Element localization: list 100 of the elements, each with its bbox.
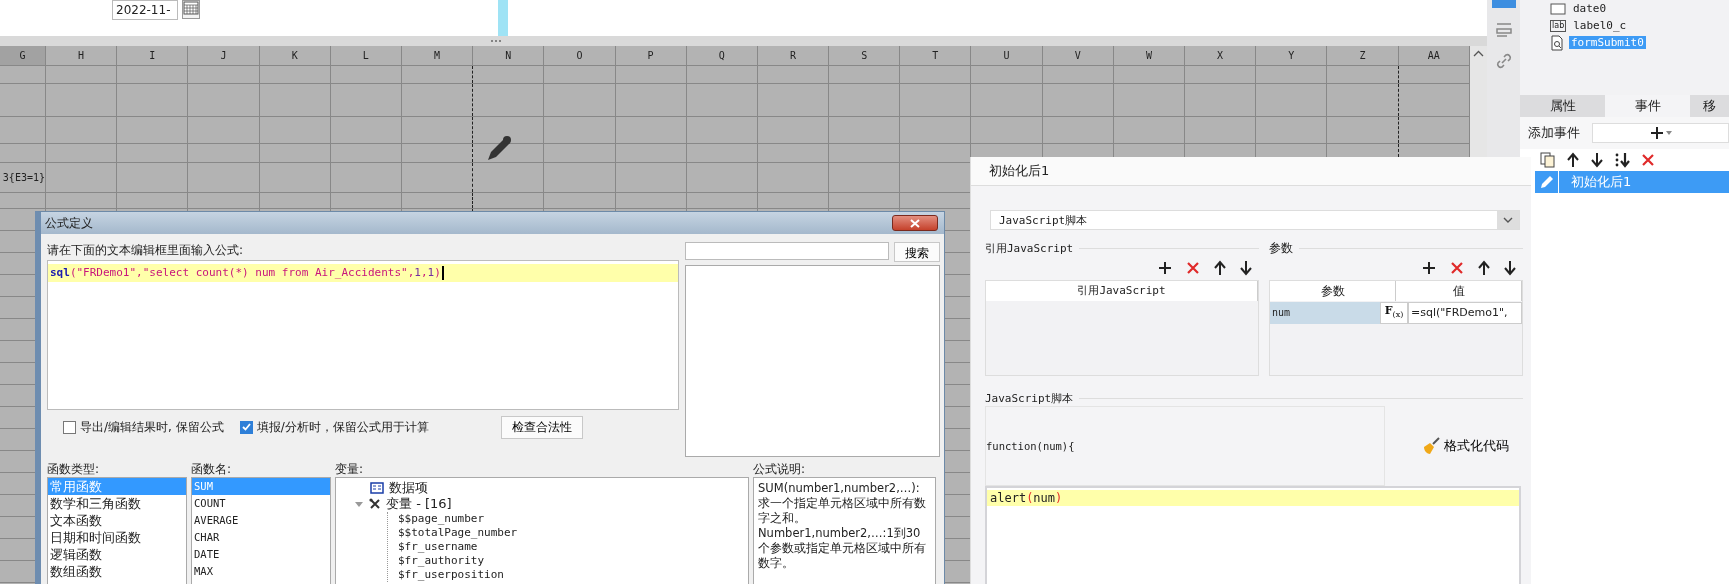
link-icon[interactable] <box>1494 52 1513 70</box>
column-header[interactable]: S <box>829 46 901 65</box>
up-arrow-icon[interactable] <box>1566 152 1580 168</box>
tree-node[interactable]: 变量 - [16] <box>386 495 452 513</box>
formula-prompt: 请在下面的文本编辑框里面输入公式: <box>47 242 245 259</box>
check-validity-button[interactable]: 检查合法性 <box>500 415 583 439</box>
list-label: 公式说明: <box>753 461 807 477</box>
delete-icon[interactable] <box>1449 260 1465 276</box>
checkbox[interactable] <box>63 420 76 434</box>
list-item[interactable]: 日期和时间函数 <box>48 529 186 546</box>
list-item[interactable]: 数组函数 <box>48 563 186 580</box>
column-header[interactable]: T <box>900 46 972 65</box>
column-header[interactable]: I <box>117 46 189 65</box>
column-header[interactable]: G <box>0 46 46 65</box>
broom-icon <box>1422 437 1440 455</box>
list-item[interactable]: 逻辑函数 <box>48 546 186 563</box>
move-to-bottom-icon[interactable] <box>1614 152 1630 168</box>
panel-tab[interactable]: 属性 <box>1520 95 1605 117</box>
column-header[interactable]: Q <box>686 46 758 65</box>
dialog-title: 公式定义 <box>45 214 94 232</box>
list-item[interactable]: CHAR <box>192 529 330 546</box>
down-arrow-icon[interactable] <box>1503 260 1517 276</box>
format-code-button[interactable]: 格式化代码 <box>1416 436 1515 456</box>
description-text: SUM(number1,number2,…): 求一个指定单元格区域中所有数字之和。 <box>758 481 927 526</box>
delete-icon[interactable] <box>1185 260 1201 276</box>
search-button[interactable]: 搜索 <box>894 242 940 262</box>
section-title: 参数 <box>1269 239 1293 257</box>
list-item[interactable]: DATE <box>192 546 330 563</box>
grip-icon[interactable] <box>490 39 502 43</box>
close-icon <box>910 218 920 228</box>
caret-icon <box>1665 131 1672 135</box>
column-header[interactable]: H <box>46 46 118 65</box>
column-header[interactable]: Z <box>1327 46 1399 65</box>
column-header[interactable]: N <box>473 46 545 65</box>
column-header[interactable]: R <box>757 46 830 65</box>
delete-icon[interactable] <box>1640 152 1656 168</box>
description-text: Number1,number2,…:1到30个参数或指定单元格区域中所有数字。 <box>758 526 927 571</box>
add-icon[interactable] <box>1421 260 1437 276</box>
variable-item[interactable]: $$totalPage_number <box>398 526 748 540</box>
column-header[interactable]: U <box>971 46 1043 65</box>
down-arrow-icon[interactable] <box>1239 260 1253 276</box>
column-header: 值 <box>1396 281 1522 301</box>
panel-tab[interactable]: 移 <box>1690 95 1729 117</box>
column-header[interactable]: Y <box>1256 46 1328 65</box>
up-arrow-icon[interactable] <box>1477 260 1491 276</box>
section-title: 引用JavaScript <box>985 240 1074 256</box>
add-icon <box>1649 126 1664 140</box>
tree-item[interactable]: date0 <box>1571 2 1609 15</box>
column-header[interactable]: L <box>330 46 402 65</box>
variable-item[interactable]: $fr_userposition <box>398 568 748 582</box>
code-editor[interactable]: alert(num) <box>985 486 1521 584</box>
column-header[interactable]: X <box>1185 46 1257 65</box>
section-title: JavaScript脚本 <box>985 390 1074 406</box>
column-header: 参数 <box>1270 281 1396 301</box>
tree-item[interactable]: label0_c <box>1571 19 1629 32</box>
up-arrow-icon[interactable] <box>1213 260 1227 276</box>
panel-tab[interactable]: 事件 <box>1605 95 1690 117</box>
column-header[interactable]: K <box>259 46 331 65</box>
column-header: 引用JavaScript <box>986 281 1258 301</box>
list-item[interactable]: COUNT <box>192 495 330 512</box>
copy-icon[interactable] <box>1540 152 1556 168</box>
add-event-label: 添加事件 <box>1528 124 1580 142</box>
list-label: 变量: <box>335 461 365 477</box>
option-label: 填报/分析时，保留公式用于计算 <box>256 418 429 436</box>
column-header[interactable]: V <box>1042 46 1114 65</box>
calendar-icon[interactable] <box>183 1 199 15</box>
field-icon <box>1550 2 1566 15</box>
formula-editor[interactable]: sql("FRDemo1","select count(*) num from Air_Accidents",1,1) <box>47 260 679 410</box>
param-name-cell[interactable]: num <box>1270 302 1380 324</box>
list-item[interactable]: 数学和三角函数 <box>48 495 186 512</box>
column-header[interactable]: W <box>1113 46 1185 65</box>
column-header[interactable]: O <box>544 46 616 65</box>
date-field[interactable]: 2022-11- <box>112 0 178 20</box>
add-icon[interactable] <box>1157 260 1173 276</box>
list-item[interactable]: 文本函数 <box>48 512 186 529</box>
down-arrow-icon[interactable] <box>1590 152 1604 168</box>
variable-item[interactable]: $fr_authority <box>398 554 748 568</box>
variable-item[interactable]: $$page_number <box>398 512 748 526</box>
checkbox[interactable] <box>239 420 253 434</box>
pencil-icon <box>1539 175 1554 189</box>
column-header[interactable]: M <box>401 46 474 65</box>
tree-node[interactable]: 数据项 <box>389 479 428 497</box>
formula-button[interactable]: F$_{(x)}$ <box>1380 302 1408 324</box>
list-item[interactable]: AVERAGE <box>192 512 330 529</box>
close-button[interactable] <box>892 215 938 231</box>
selected-tool-icon[interactable] <box>1491 0 1516 8</box>
selection-bar <box>498 0 508 36</box>
search-field[interactable] <box>685 242 889 260</box>
scroll-up-icon[interactable] <box>1473 50 1484 57</box>
cell-formula: 3{E3=1} <box>2 172 45 183</box>
variable-item[interactable]: $fr_username <box>398 540 748 554</box>
column-header[interactable]: J <box>188 46 260 65</box>
list-label: 函数类型: <box>47 461 101 477</box>
label-widget-icon: lab <box>1550 19 1567 32</box>
script-type-dropdown[interactable]: JavaScript脚本 <box>990 210 1520 230</box>
param-value-field[interactable]: =sql("FRDemo1", <box>1408 302 1522 324</box>
column-header[interactable]: AA <box>1398 46 1470 65</box>
column-header[interactable]: P <box>615 46 687 65</box>
list-item[interactable]: MAX <box>192 563 330 580</box>
dialog-title: 初始化后1 <box>971 157 1531 186</box>
